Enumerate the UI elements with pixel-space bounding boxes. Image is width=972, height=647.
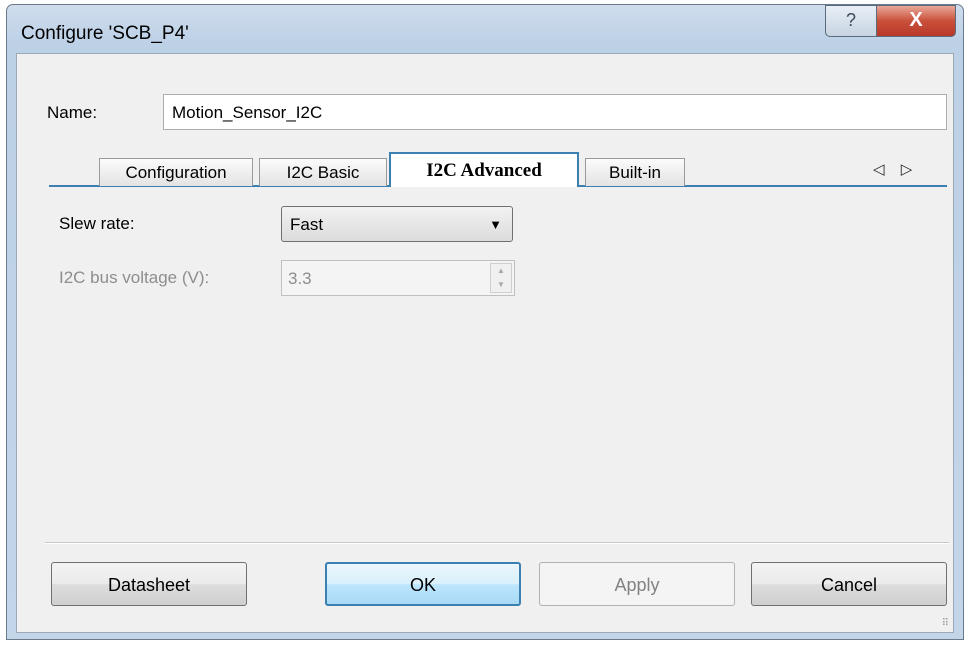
datasheet-button[interactable]: Datasheet <box>51 562 247 606</box>
apply-button[interactable]: Apply <box>539 562 735 606</box>
cancel-button[interactable]: Cancel <box>751 562 947 606</box>
help-button[interactable]: ? <box>825 5 877 37</box>
tab-i2c-basic[interactable]: I2C Basic <box>259 158 387 186</box>
configure-dialog: Configure 'SCB_P4' ? X Name: Motion_Sens… <box>6 4 964 640</box>
dropdown-arrow-icon: ▼ <box>489 217 502 232</box>
footer-separator <box>45 542 949 544</box>
name-input[interactable]: Motion_Sensor_I2C <box>163 94 947 130</box>
spin-buttons[interactable]: ▲ ▼ <box>490 263 512 293</box>
spin-down-icon[interactable]: ▼ <box>491 278 511 292</box>
spin-up-icon[interactable]: ▲ <box>491 264 511 278</box>
bus-voltage-label: I2C bus voltage (V): <box>59 268 210 287</box>
name-label: Name: <box>47 103 98 122</box>
ok-button[interactable]: OK <box>325 562 521 606</box>
tab-scroll-arrows[interactable]: ◁ ▷ <box>873 160 918 178</box>
dialog-client-area: Name: Motion_Sensor_I2C Configuration I2… <box>16 53 954 633</box>
tab-configuration[interactable]: Configuration <box>99 158 253 186</box>
bus-voltage-spinbox[interactable]: 3.3 ▲ ▼ <box>281 260 515 296</box>
window-title: Configure 'SCB_P4' <box>21 23 189 44</box>
help-icon: ? <box>845 10 856 30</box>
bus-voltage-value: 3.3 <box>288 269 312 288</box>
slew-rate-value: Fast <box>290 215 324 234</box>
slew-rate-label: Slew rate: <box>59 214 135 233</box>
title-bar[interactable]: Configure 'SCB_P4' ? X <box>7 5 963 53</box>
slew-rate-select[interactable]: Fast ▼ <box>281 206 513 242</box>
tab-built-in[interactable]: Built-in <box>585 158 685 186</box>
resize-grip-icon[interactable]: ⠿ <box>942 618 949 629</box>
close-button[interactable]: X <box>876 5 956 37</box>
tab-i2c-advanced[interactable]: I2C Advanced <box>389 152 579 187</box>
close-icon: X <box>909 9 923 31</box>
